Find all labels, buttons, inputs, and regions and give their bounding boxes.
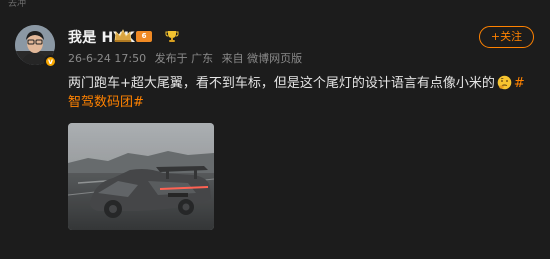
thinking-emoji-icon — [497, 75, 512, 90]
post-image[interactable] — [68, 123, 214, 230]
trophy-icon — [165, 31, 179, 42]
post-location: 发布于 广东 — [154, 52, 214, 65]
post-time[interactable]: 26-6-24 17:50 — [68, 52, 146, 65]
post-meta: 26-6-24 17:50 发布于 广东 来自 微博网页版 — [68, 50, 307, 66]
car-photo — [68, 123, 214, 230]
verified-icon: v — [44, 55, 57, 68]
post-body: 两门跑车+超大尾翼，看不到车标，但是这个尾灯的设计语言有点像小米的 — [68, 76, 495, 91]
previous-post-fragment: 去冲 — [8, 0, 27, 8]
post-source: 来自 微博网页版 — [221, 52, 303, 65]
level-badge: 6 — [136, 31, 152, 42]
post-text: 两门跑车+超大尾翼，看不到车标，但是这个尾灯的设计语言有点像小米的 #智驾数码团… — [68, 74, 534, 112]
follow-button[interactable]: +关注 — [479, 26, 534, 48]
crown-icon — [114, 29, 132, 42]
